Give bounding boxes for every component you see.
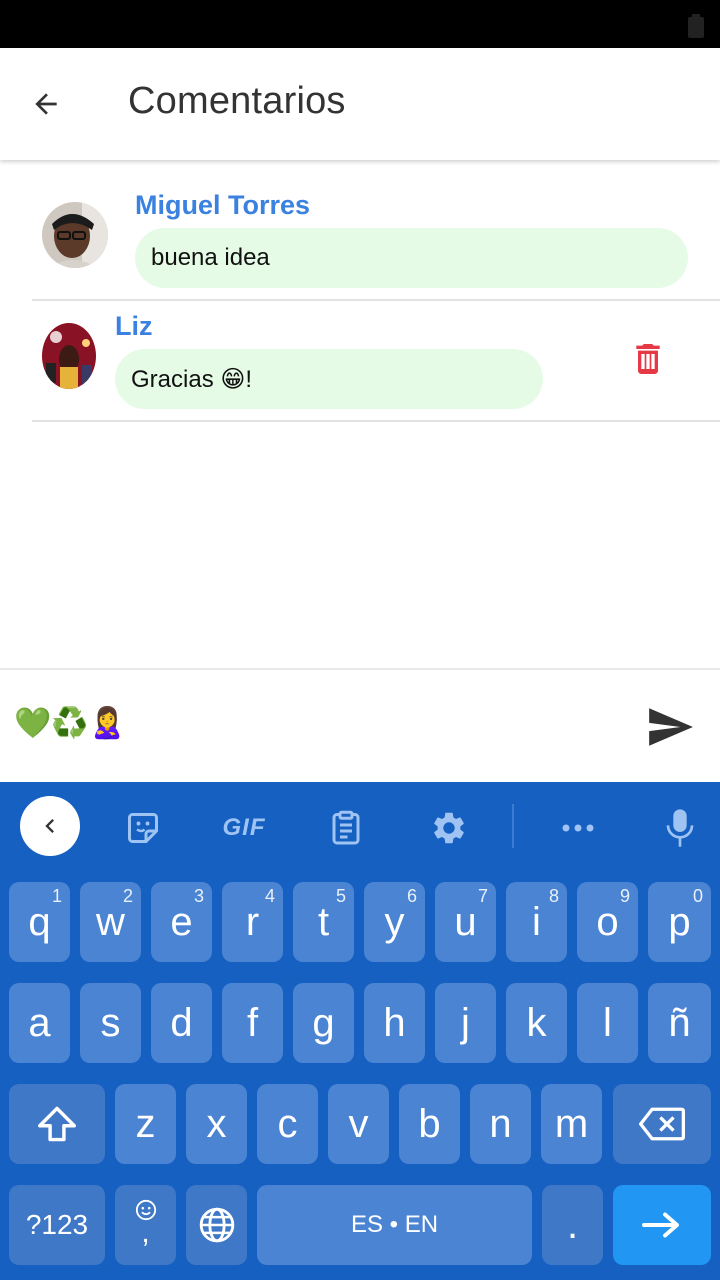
globe-icon xyxy=(199,1207,234,1243)
keyboard-toolbar: GIF xyxy=(0,782,720,870)
backspace-icon xyxy=(639,1107,685,1141)
chevron-left-icon xyxy=(45,819,54,833)
key-label: q xyxy=(28,899,51,944)
key-r[interactable]: r4 xyxy=(222,882,283,962)
key-t[interactable]: t5 xyxy=(293,882,354,962)
key-y[interactable]: y6 xyxy=(364,882,425,962)
comment-item: Liz Gracias 😁! xyxy=(32,301,720,422)
key-hint: 8 xyxy=(548,886,559,906)
key-c[interactable]: c xyxy=(257,1084,318,1164)
key-m[interactable]: m xyxy=(541,1084,602,1164)
send-icon[interactable] xyxy=(642,702,698,752)
key-n[interactable]: n xyxy=(470,1084,531,1164)
arrow-back-icon xyxy=(35,93,57,115)
avatar xyxy=(42,202,108,268)
key-hint: 9 xyxy=(619,886,630,906)
key-f[interactable]: f xyxy=(222,983,283,1063)
avatar xyxy=(42,323,96,389)
key-o[interactable]: o9 xyxy=(577,882,638,962)
language-key[interactable] xyxy=(186,1185,247,1265)
key-hint: 0 xyxy=(692,886,703,906)
shift-key[interactable] xyxy=(9,1084,105,1164)
keyboard-collapse-button[interactable] xyxy=(20,796,80,856)
keyboard: GIF q1 w2 e 3 r 4 t 5 y 6 u 7 i 8 o 9 p … xyxy=(0,782,720,1280)
key-label: u xyxy=(454,899,477,944)
shift-icon xyxy=(38,1106,77,1142)
comment-author[interactable]: Miguel Torres xyxy=(135,190,310,221)
key-z[interactable]: z xyxy=(115,1084,176,1164)
key-hint: 2 xyxy=(122,886,133,906)
key-x[interactable]: x xyxy=(186,1084,247,1164)
key-label: r xyxy=(245,899,260,944)
key-hint: 7 xyxy=(477,886,488,906)
comment-input[interactable]: 💚♻️🙎‍♀️ xyxy=(14,706,126,741)
key-b[interactable]: b xyxy=(399,1084,460,1164)
more-button[interactable] xyxy=(554,804,602,852)
settings-button[interactable] xyxy=(425,804,473,852)
sticker-icon xyxy=(128,813,158,843)
key-s[interactable]: s xyxy=(80,983,141,1063)
key-v[interactable]: v xyxy=(328,1084,389,1164)
microphone-icon xyxy=(666,809,694,847)
page-title: Comentarios xyxy=(128,80,346,122)
key-label: t xyxy=(317,899,330,944)
sticker-button[interactable] xyxy=(119,804,167,852)
delete-icon[interactable] xyxy=(628,339,668,379)
clipboard-button[interactable] xyxy=(322,804,370,852)
key-label: p xyxy=(668,899,691,944)
key-hint: 3 xyxy=(193,886,204,906)
key-h[interactable]: h xyxy=(364,983,425,1063)
key-g[interactable]: g xyxy=(293,983,354,1063)
key-hint: 4 xyxy=(264,886,275,906)
more-horizontal-icon xyxy=(562,824,594,832)
comment-bubble: Gracias 😁! xyxy=(115,349,543,409)
key-label: i xyxy=(532,899,541,944)
period-key[interactable]: . xyxy=(542,1185,603,1265)
key-l[interactable]: l xyxy=(577,983,638,1063)
toolbar-divider xyxy=(512,804,514,848)
key-p[interactable]: p0 xyxy=(648,882,711,962)
app-bar: Comentarios xyxy=(0,48,720,160)
backspace-key[interactable] xyxy=(613,1084,711,1164)
enter-key[interactable] xyxy=(613,1185,711,1265)
key-e[interactable]: e3 xyxy=(151,882,212,962)
back-button[interactable] xyxy=(18,76,74,132)
comment-author[interactable]: Liz xyxy=(115,311,153,342)
key-hint: 1 xyxy=(51,886,62,906)
key-q[interactable]: q1 xyxy=(9,882,70,962)
key-u[interactable]: u7 xyxy=(435,882,496,962)
arrow-right-icon xyxy=(642,1212,679,1238)
key-k[interactable]: k xyxy=(506,983,567,1063)
space-key[interactable]: ES • EN xyxy=(257,1185,532,1265)
comma-label: , xyxy=(141,1216,150,1249)
key-d[interactable]: d xyxy=(151,983,212,1063)
gif-label: GIF xyxy=(222,814,266,841)
key-i[interactable]: i8 xyxy=(506,882,567,962)
symbols-key[interactable]: ?123 xyxy=(9,1185,105,1265)
status-bar xyxy=(0,0,720,48)
voice-input-button[interactable] xyxy=(656,804,704,852)
battery-icon xyxy=(688,14,704,38)
key-label: o xyxy=(596,899,619,944)
key-label: y xyxy=(384,899,405,944)
clipboard-icon xyxy=(332,810,360,845)
key-label: w xyxy=(96,899,125,944)
key-n-tilde[interactable]: ñ xyxy=(648,983,711,1063)
gif-button[interactable]: GIF xyxy=(216,804,272,852)
key-a[interactable]: a xyxy=(9,983,70,1063)
key-w[interactable]: w2 xyxy=(80,882,141,962)
comment-composer: 💚♻️🙎‍♀️ xyxy=(0,668,720,782)
key-j[interactable]: j xyxy=(435,983,496,1063)
key-hint: 5 xyxy=(335,886,346,906)
key-label: e xyxy=(170,899,193,944)
gear-icon xyxy=(434,812,464,844)
key-hint: 6 xyxy=(406,886,417,906)
comment-item: Miguel Torres buena idea xyxy=(32,160,720,301)
comment-bubble: buena idea xyxy=(135,228,688,288)
emoji-comma-key[interactable]: , xyxy=(115,1185,176,1265)
